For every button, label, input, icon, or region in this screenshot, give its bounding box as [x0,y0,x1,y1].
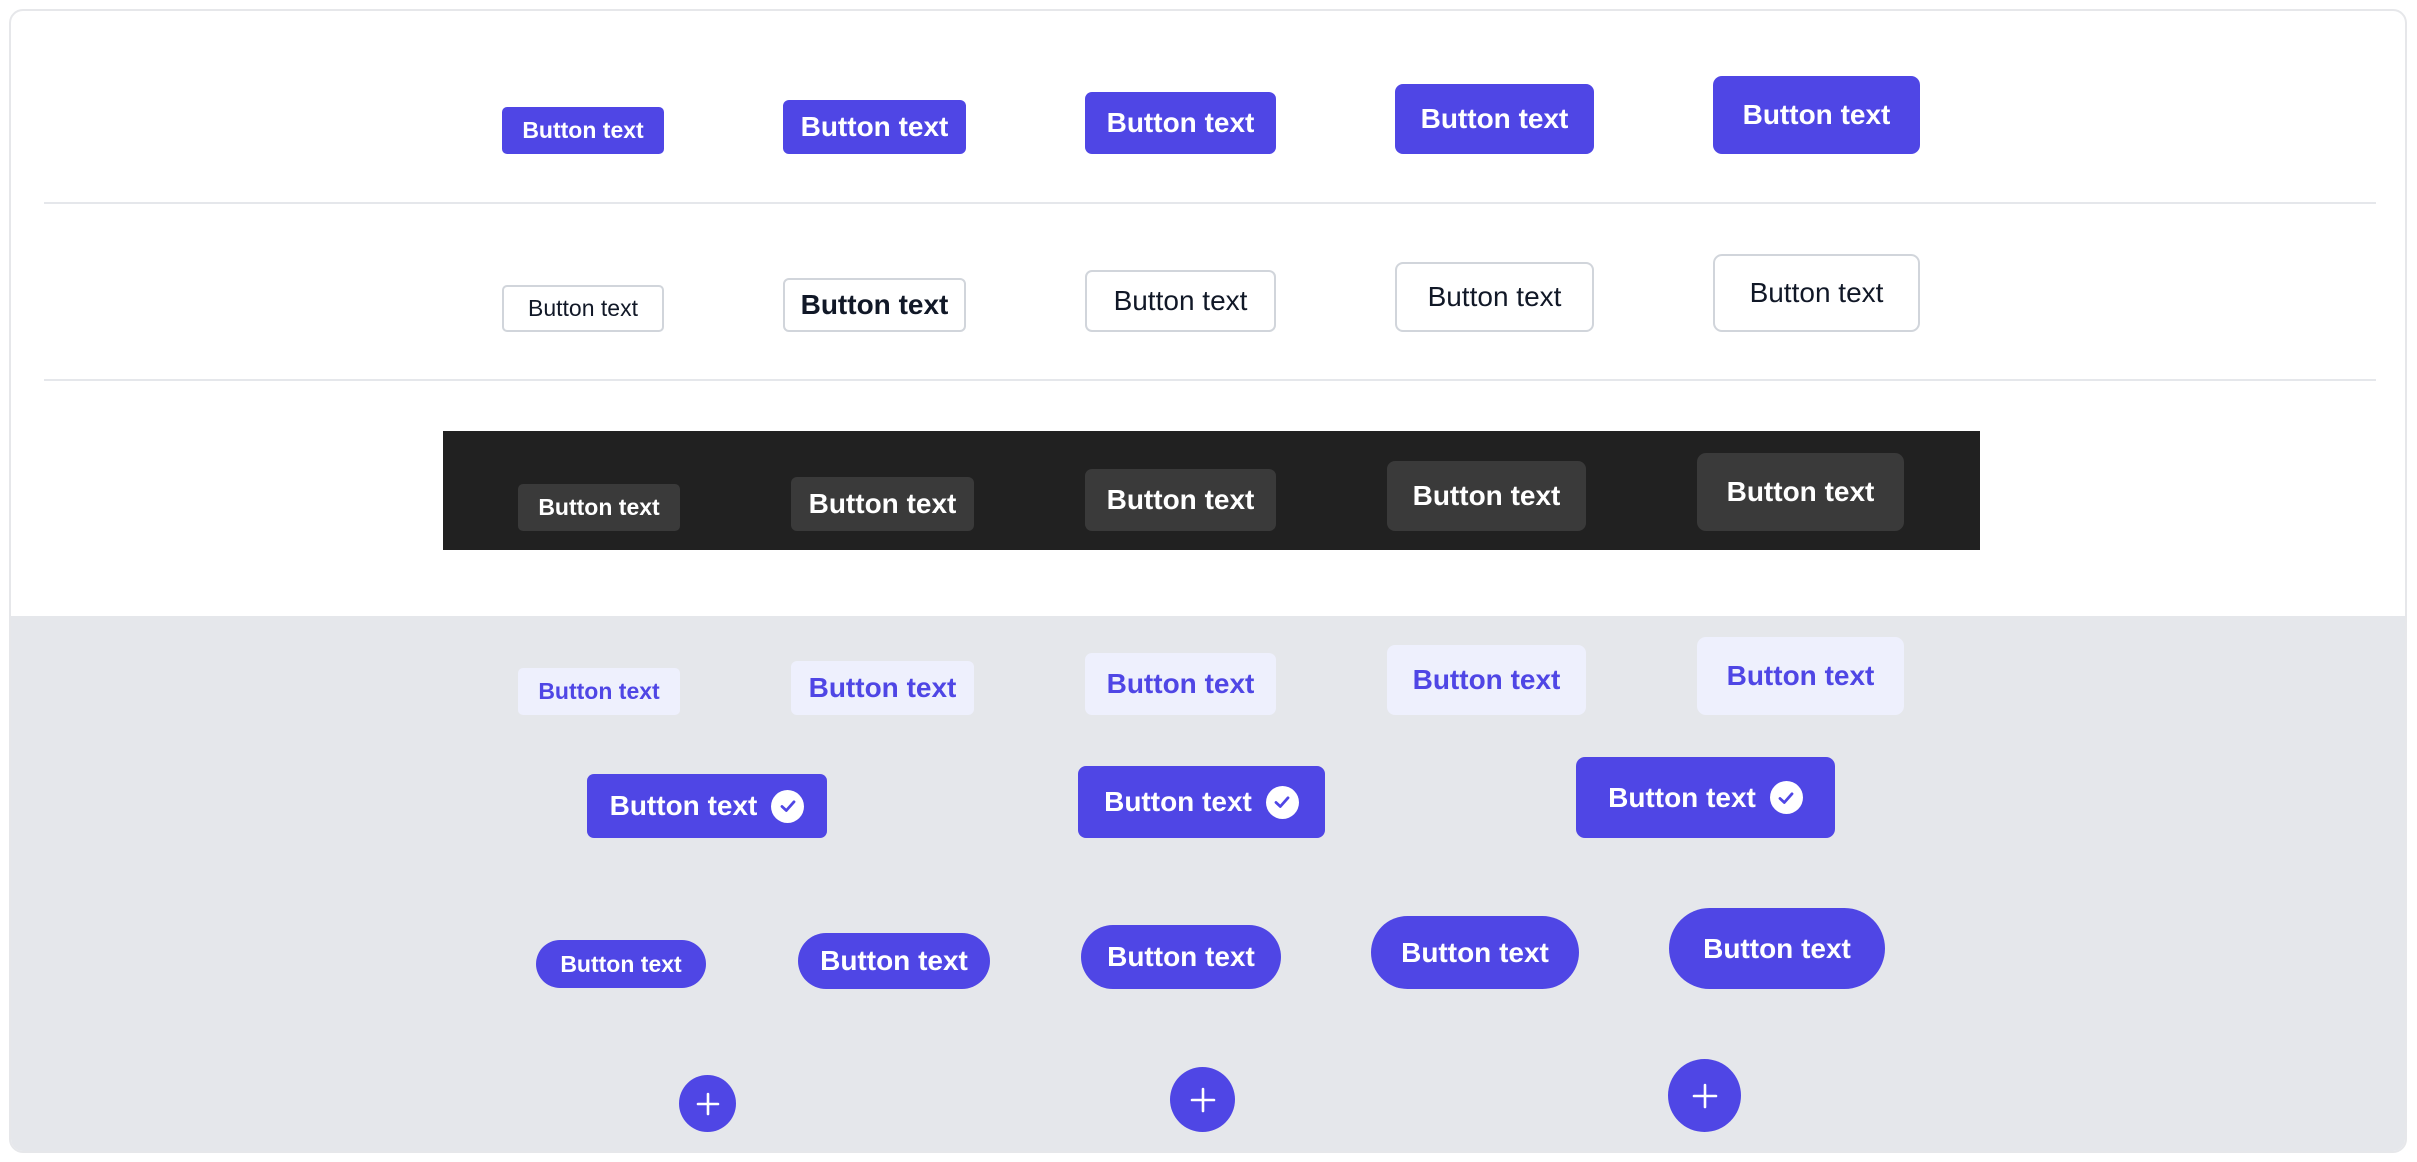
add-button-lg[interactable] [1668,1059,1741,1132]
check-circle-icon [771,789,805,823]
button-showcase-panel: Button text Button text Button text Butt… [9,9,2407,1153]
dark-button-xs[interactable]: Button text [518,484,680,531]
soft-button-sm[interactable]: Button text [791,661,974,715]
dark-button-sm[interactable]: Button text [791,477,974,531]
secondary-button-xl[interactable]: Button text [1713,254,1920,332]
icon-button-label: Button text [1608,781,1756,813]
pill-button-xs[interactable]: Button text [536,940,706,988]
dark-button-lg[interactable]: Button text [1387,461,1586,531]
soft-button-lg[interactable]: Button text [1387,645,1586,715]
icon-button-lg[interactable]: Button text [1576,757,1835,838]
primary-button-sm[interactable]: Button text [783,100,966,154]
primary-button-xs[interactable]: Button text [502,107,664,154]
primary-button-lg[interactable]: Button text [1395,84,1594,154]
add-button-sm[interactable] [679,1075,736,1132]
secondary-button-lg[interactable]: Button text [1395,262,1594,332]
plus-icon [1692,1083,1717,1108]
pill-button-sm[interactable]: Button text [798,933,990,989]
dark-button-md[interactable]: Button text [1085,469,1276,531]
primary-button-md[interactable]: Button text [1085,92,1276,154]
secondary-button-xs[interactable]: Button text [502,285,664,332]
icon-button-label: Button text [1104,786,1252,817]
soft-button-xl[interactable]: Button text [1697,637,1904,715]
dark-button-xl[interactable]: Button text [1697,453,1904,531]
pill-button-xl[interactable]: Button text [1669,908,1885,989]
pill-button-lg[interactable]: Button text [1371,916,1579,989]
soft-button-md[interactable]: Button text [1085,653,1276,715]
soft-button-xs[interactable]: Button text [518,668,680,715]
primary-button-xl[interactable]: Button text [1713,76,1920,154]
check-circle-icon [1769,781,1803,814]
icon-button-label: Button text [609,790,758,821]
pill-button-md[interactable]: Button text [1081,925,1281,989]
divider-1 [44,202,2376,204]
icon-button-sm[interactable]: Button text [587,774,827,838]
secondary-button-sm[interactable]: Button text [783,278,966,332]
icon-button-md[interactable]: Button text [1078,766,1325,838]
plus-icon [1190,1087,1215,1112]
add-button-md[interactable] [1170,1067,1235,1132]
check-circle-icon [1265,785,1299,819]
divider-2 [44,379,2376,381]
plus-icon [696,1092,719,1115]
secondary-button-md[interactable]: Button text [1085,270,1276,332]
